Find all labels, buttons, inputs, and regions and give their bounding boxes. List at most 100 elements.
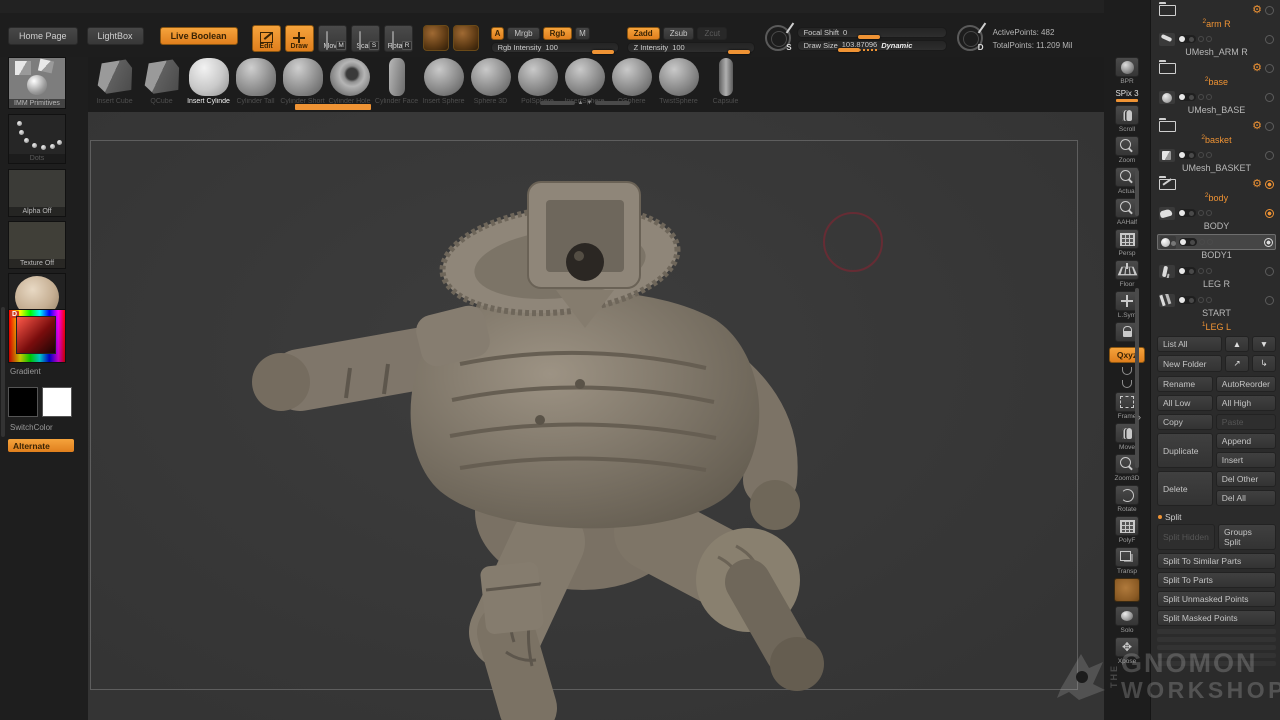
split-similar-parts-button[interactable]: Split To Similar Parts	[1157, 553, 1276, 569]
paste-button[interactable]: Paste	[1215, 414, 1276, 430]
move-out-folder-button[interactable]: ↗	[1225, 355, 1249, 372]
duplicate-button[interactable]: Duplicate	[1157, 433, 1213, 468]
shelf-button[interactable]: PolyF	[1104, 516, 1150, 544]
color-picker-inner-square[interactable]	[16, 316, 56, 354]
gear-icon[interactable]: ⚙	[1252, 179, 1262, 190]
copy-button[interactable]: Copy	[1157, 414, 1213, 430]
palette-section-label[interactable]	[1157, 681, 1276, 690]
subtool-item[interactable]: ⚙ BODY1	[1157, 234, 1276, 262]
slider-handle[interactable]	[857, 35, 880, 39]
focal-shift-slider[interactable]: Focal Shift 0	[796, 27, 947, 39]
shelf-scrollbar[interactable]	[1135, 288, 1139, 468]
visibility-eye-icon[interactable]	[1265, 34, 1274, 44]
shelf-button[interactable]: Scroll	[1104, 105, 1150, 133]
visibility-eye-icon[interactable]	[1265, 266, 1274, 276]
z-intensity-slider[interactable]: Z Intensity 100	[626, 42, 755, 54]
shelf-button[interactable]: AAHalf	[1104, 198, 1150, 226]
subtool-item[interactable]: ⚙ UMesh_BASE	[1157, 89, 1276, 117]
secondary-color-swatch[interactable]	[42, 387, 72, 417]
alpha-picker-thumbnail[interactable]	[452, 25, 479, 51]
subtool-item[interactable]: ⚙ 2body	[1157, 175, 1276, 204]
shelf-button[interactable]: Persp	[1104, 229, 1150, 257]
shelf-button[interactable]	[1104, 578, 1150, 603]
shelf-button[interactable]: SPix 3	[1104, 88, 1150, 102]
slider-handle[interactable]	[727, 50, 750, 54]
shelf-button[interactable]	[1104, 366, 1150, 378]
split-section-header[interactable]: Split	[1158, 512, 1276, 522]
gear-icon[interactable]: ⚙	[1252, 63, 1262, 74]
subtool-item[interactable]: ⚙ LEG R	[1157, 263, 1276, 291]
list-all-button[interactable]: List All	[1157, 336, 1222, 352]
live-boolean-button[interactable]: Live Boolean	[159, 27, 238, 45]
split-hidden-button[interactable]: Split Hidden	[1157, 524, 1215, 550]
strip-scrollbar[interactable]: ▲ ▼	[540, 100, 630, 106]
home-page-button[interactable]: Home Page	[8, 27, 78, 45]
insert-button[interactable]: Insert	[1215, 452, 1276, 468]
subtool-item[interactable]: ⚙ BODY	[1157, 205, 1276, 233]
shelf-button[interactable]: Zoom3D	[1104, 454, 1150, 482]
brush-thumbnail[interactable]: Cylinder Tall	[233, 57, 278, 112]
visibility-eye-icon[interactable]	[1265, 63, 1274, 73]
gear-icon[interactable]: ⚙	[1252, 121, 1262, 132]
m-toggle[interactable]: M	[575, 27, 590, 40]
delete-button[interactable]: Delete	[1157, 471, 1213, 506]
mrgb-toggle[interactable]: Mrgb	[507, 27, 540, 40]
visibility-eye-icon[interactable]	[1265, 5, 1274, 15]
section-bar[interactable]	[1157, 653, 1276, 658]
brush-thumbnail[interactable]: TwistSphere	[656, 57, 701, 112]
palette-section-label[interactable]	[1157, 699, 1276, 708]
brush-thumbnail[interactable]: Insert Cylinde	[186, 57, 231, 112]
visibility-eye-icon[interactable]	[1265, 179, 1274, 189]
visibility-eye-icon[interactable]	[1264, 237, 1273, 247]
move-up-button[interactable]: ▲	[1225, 336, 1249, 352]
subtool-item[interactable]: ⚙ 2base	[1157, 59, 1276, 88]
subtool-item[interactable]: ⚙ START	[1157, 292, 1276, 320]
zcut-toggle[interactable]: Zcut	[697, 27, 728, 40]
rgb-toggle[interactable]: Rgb	[542, 27, 573, 40]
subtool-item[interactable]: ⚙ 2arm R	[1157, 1, 1276, 30]
zsub-toggle[interactable]: Zsub	[662, 27, 695, 40]
zadd-toggle[interactable]: Zadd	[626, 27, 660, 40]
split-unmasked-points-button[interactable]: Split Unmasked Points	[1157, 591, 1276, 607]
append-button[interactable]: Append	[1215, 433, 1276, 449]
split-masked-points-button[interactable]: Split Masked Points	[1157, 610, 1276, 626]
a-toggle[interactable]: A	[490, 27, 505, 40]
brush-thumbnail[interactable]: Cylinder Face	[374, 57, 419, 112]
brush-thumbnail[interactable]: Insert Sphere	[421, 57, 466, 112]
palette-section-label[interactable]	[1157, 672, 1276, 681]
gear-icon[interactable]: ⚙	[1252, 5, 1262, 16]
alpha-off-thumbnail[interactable]: Alpha Off	[8, 169, 66, 217]
draw-button[interactable]: Draw	[284, 25, 314, 52]
groups-split-button[interactable]: Groups Split	[1218, 524, 1276, 550]
palette-section-label[interactable]	[1157, 690, 1276, 699]
shelf-button[interactable]	[1104, 379, 1150, 391]
section-bar[interactable]	[1157, 629, 1276, 634]
edit-button[interactable]: Edit	[251, 25, 281, 52]
lightbox-button[interactable]: LightBox	[86, 27, 144, 45]
shelf-scrollbar[interactable]	[1135, 170, 1139, 216]
shelf-button[interactable]: Frame	[1104, 392, 1150, 420]
stroke-picker-thumbnail[interactable]	[422, 25, 449, 51]
imm-brush-thumbnail[interactable]: IMM Primitives	[8, 57, 66, 109]
alternate-button[interactable]: Alternate	[8, 439, 74, 452]
move-down-button[interactable]: ▼	[1252, 336, 1276, 352]
visibility-eye-icon[interactable]	[1265, 121, 1274, 131]
shelf-button[interactable]: Floor	[1104, 260, 1150, 288]
shelf-button[interactable]: Move	[1104, 423, 1150, 451]
color-picker[interactable]: D	[8, 309, 66, 363]
del-other-button[interactable]: Del Other	[1215, 471, 1276, 487]
del-all-button[interactable]: Del All	[1215, 490, 1276, 506]
move-button[interactable]: M Move	[317, 25, 347, 52]
shelf-button[interactable]: Actual	[1104, 167, 1150, 195]
rename-button[interactable]: Rename	[1157, 376, 1213, 392]
subtool-item[interactable]: ⚙ 2basket	[1157, 117, 1276, 146]
all-high-button[interactable]: All High	[1215, 395, 1276, 411]
brush-thumbnail[interactable]: Sphere 3D	[468, 57, 513, 112]
scale-button[interactable]: S Scale	[350, 25, 380, 52]
shelf-button[interactable]: Zoom	[1104, 136, 1150, 164]
section-bar[interactable]	[1157, 645, 1276, 650]
section-bar[interactable]	[1157, 661, 1276, 666]
visibility-eye-icon[interactable]	[1265, 150, 1274, 160]
visibility-eye-icon[interactable]	[1265, 295, 1274, 305]
brush-thumbnail[interactable]: Capsule	[703, 57, 748, 112]
